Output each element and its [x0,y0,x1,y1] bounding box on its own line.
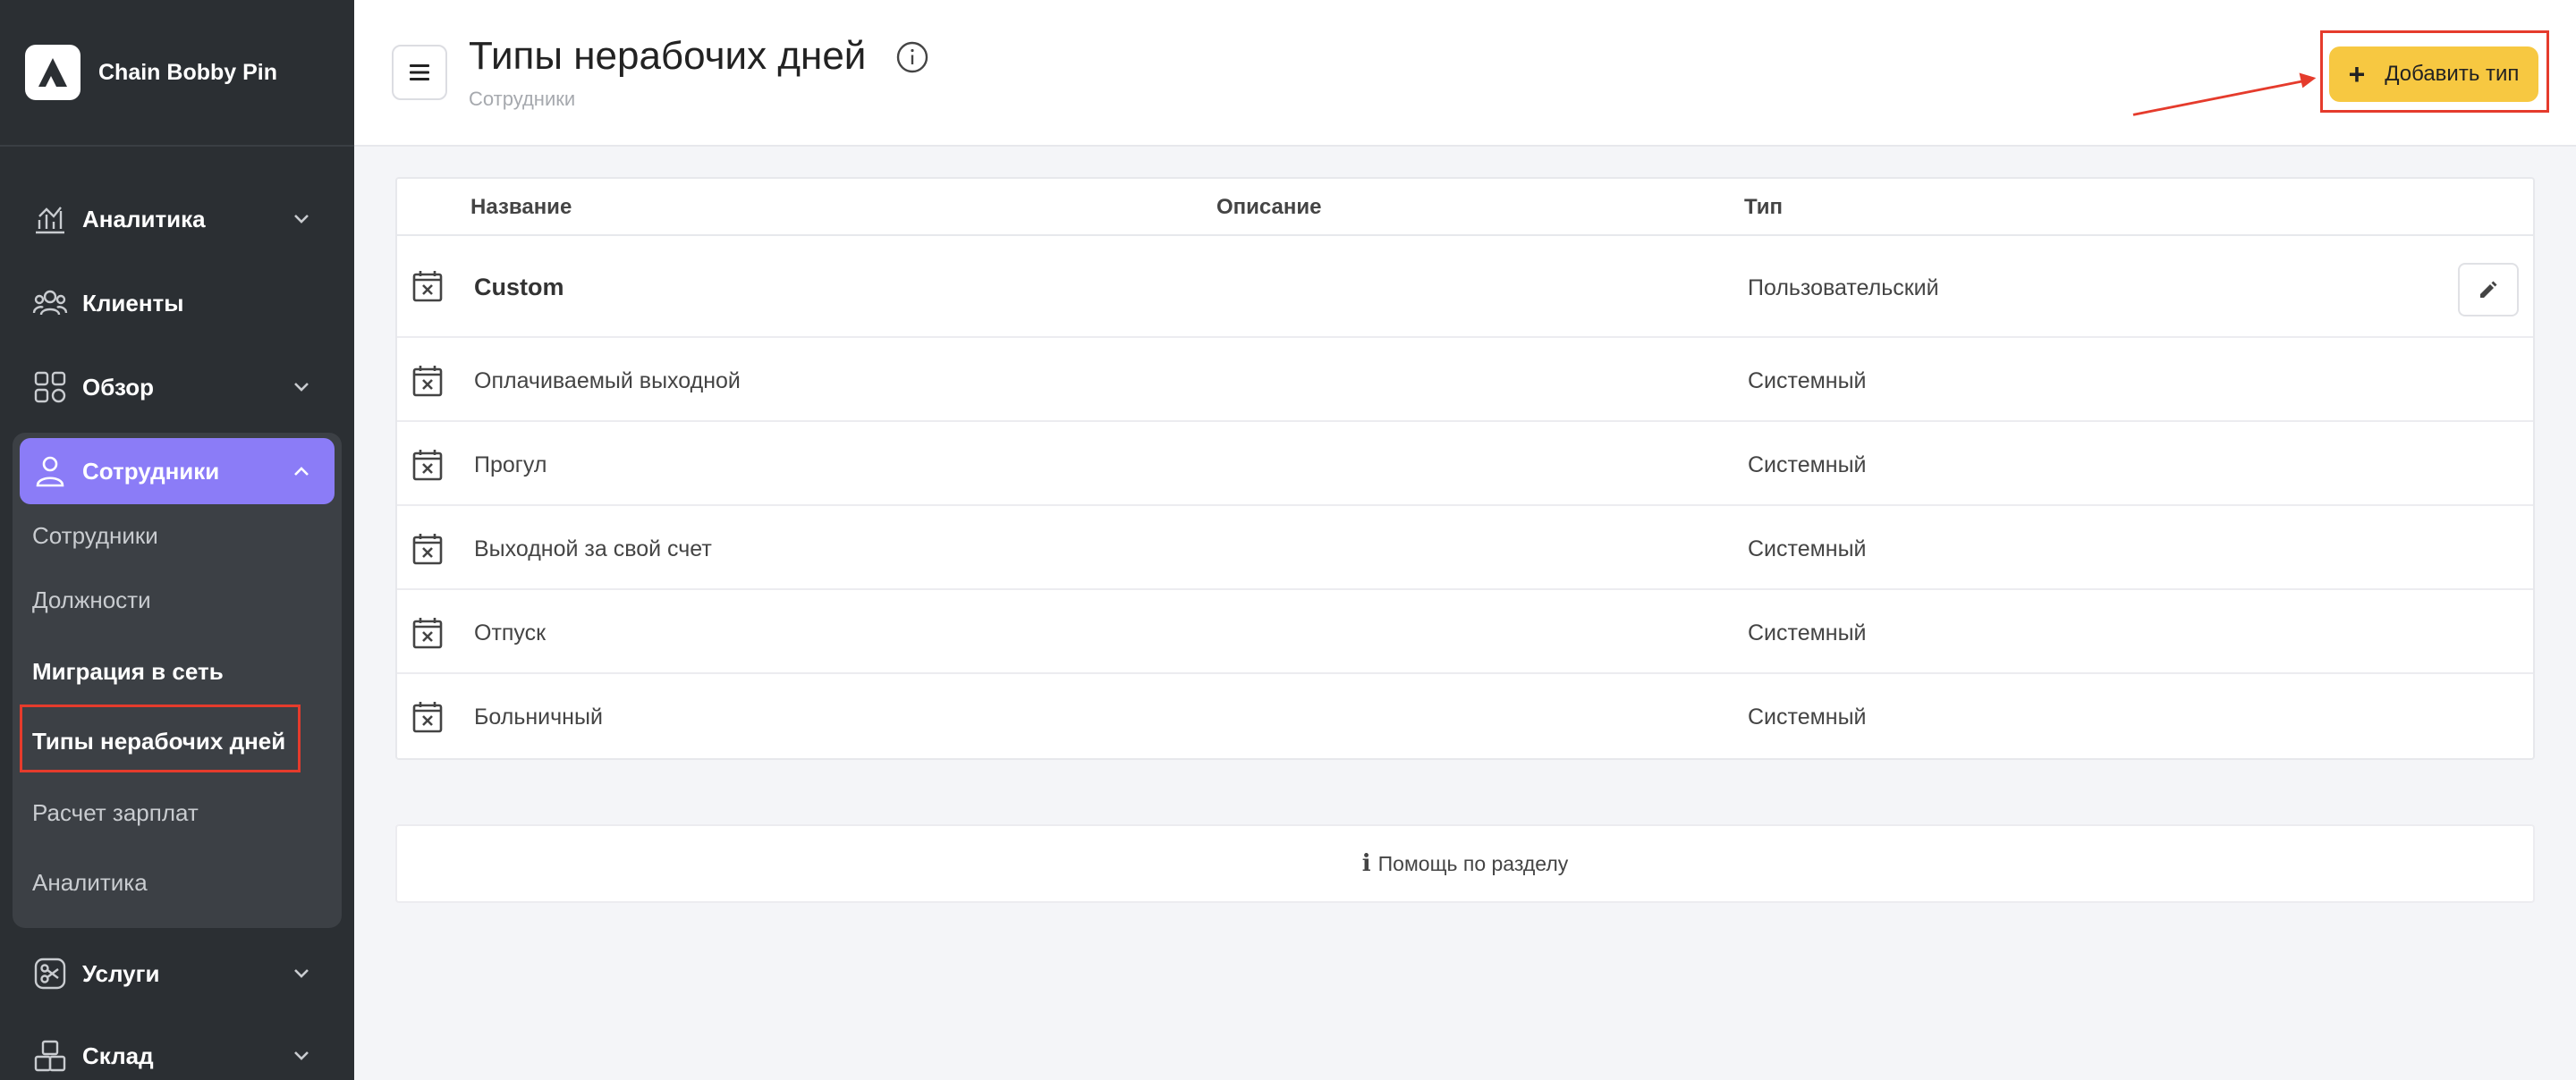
pencil-icon [2480,281,2497,298]
chevron-down-icon [294,1051,309,1060]
sidebar-item-warehouse[interactable]: Склад [20,1023,335,1080]
cell-name: Отпуск [474,620,547,645]
calendar-x-icon [412,618,443,649]
cell-type: Системный [1748,368,1867,393]
cell-type: Пользовательский [1748,275,1939,300]
cell-name: Выходной за свой счет [474,536,712,561]
table-row[interactable]: Отпуск Системный [397,590,2533,674]
sidebar-item-label: Сотрудники [82,457,220,485]
brand-name: Chain Bobby Pin [98,59,277,85]
sidebar-item-label: Склад [82,1042,154,1069]
page-title: Типы нерабочих дней [469,34,867,78]
column-header-type[interactable]: Тип [1744,195,1783,220]
hamburger-icon [410,64,429,80]
cell-name: Прогул [474,452,547,477]
calendar-x-icon [412,271,443,302]
column-header-name[interactable]: Название [470,195,572,220]
add-type-button[interactable]: + Добавить тип [2329,46,2538,102]
table-header: Название Описание Тип [397,179,2533,236]
sidebar-item-label: Клиенты [82,289,184,316]
table-row[interactable]: Прогул Системный [397,422,2533,506]
sidebar-item-label: Аналитика [82,205,206,232]
table-row[interactable]: Больничный Системный [397,674,2533,758]
sidebar-item-label: Обзор [82,373,154,401]
cell-type: Системный [1748,536,1867,561]
plus-icon: + [2348,58,2366,90]
divider [0,145,354,147]
cell-name: Custom [474,274,564,300]
sidebar-item-label: Услуги [82,959,160,987]
annotation-highlight-box [20,705,301,772]
cell-name: Больничный [474,705,603,730]
section-help-label: Помощь по разделу [1377,851,1569,875]
sidebar: Chain Bobby Pin Аналитика Клиенты Обзор … [0,0,354,1080]
sidebar-subitem-employees[interactable]: Сотрудники [32,522,158,550]
edit-button[interactable] [2458,263,2519,316]
cell-type: Системный [1748,452,1867,477]
calendar-x-icon [412,366,443,397]
sidebar-item-services[interactable]: Услуги [20,941,335,1007]
add-type-button-label: Добавить тип [2385,62,2520,86]
table-row[interactable]: Выходной за свой счет Системный [397,506,2533,590]
breadcrumb[interactable]: Сотрудники [469,88,575,111]
sidebar-item-overview[interactable]: Обзор [20,354,335,420]
table-row[interactable]: Оплачиваемый выходной Системный [397,338,2533,422]
cell-type: Системный [1748,620,1867,645]
clients-icon [32,285,68,321]
column-header-description[interactable]: Описание [1216,195,1322,220]
chevron-down-icon [294,215,309,224]
boxes-icon [32,1038,68,1074]
sidebar-subitem-analytics[interactable]: Аналитика [32,869,148,897]
menu-toggle-button[interactable] [392,45,447,100]
chevron-up-icon [294,467,309,476]
calendar-x-icon [412,450,443,481]
sidebar-item-clients[interactable]: Клиенты [20,270,335,336]
info-icon: i [1361,850,1371,877]
overview-grid-icon [32,369,68,405]
annotation-arrow-icon [2132,72,2317,116]
sidebar-subitem-positions[interactable]: Должности [32,586,151,614]
sidebar-item-analytics[interactable]: Аналитика [20,186,335,252]
scissors-icon [32,956,68,991]
table-row[interactable]: Custom Пользовательский [397,236,2533,338]
section-help-link[interactable]: i Помощь по разделу [395,824,2535,903]
calendar-x-icon [412,534,443,565]
brand-logo-icon [25,45,80,100]
calendar-x-icon [412,702,443,733]
chevron-down-icon [294,383,309,392]
chevron-down-icon [294,969,309,978]
brand[interactable]: Chain Bobby Pin [25,45,277,100]
cell-name: Оплачиваемый выходной [474,368,741,393]
sidebar-subitem-payroll[interactable]: Расчет зарплат [32,799,199,827]
info-icon[interactable] [894,39,930,75]
user-icon [32,453,68,489]
analytics-icon [32,201,68,237]
nonworking-day-types-table: Название Описание Тип Custom Пользовател… [395,177,2535,760]
sidebar-item-employees[interactable]: Сотрудники [20,438,335,504]
sidebar-subitem-network-migration[interactable]: Миграция в сеть [32,658,224,686]
cell-type: Системный [1748,705,1867,730]
